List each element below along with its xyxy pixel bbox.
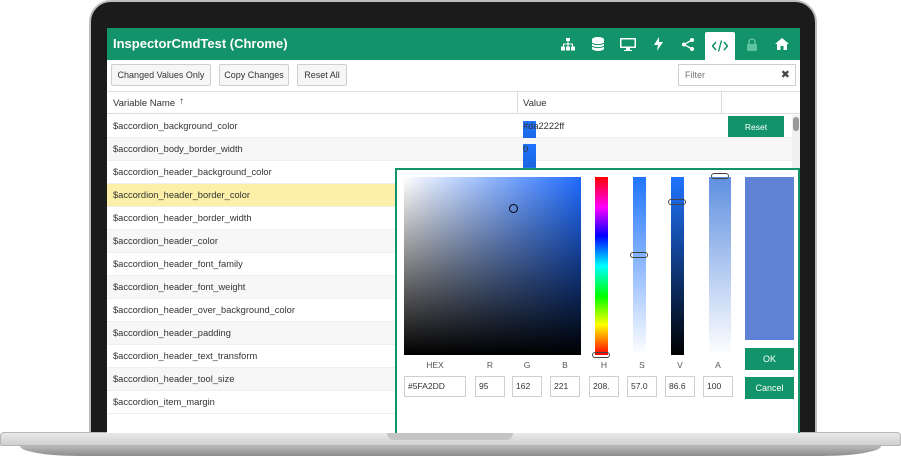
variable-name: $accordion_header_border_color [113, 190, 250, 200]
monitor-icon[interactable] [613, 33, 643, 55]
a-input[interactable]: 100 [703, 376, 733, 397]
hex-input[interactable]: #5FA2DD [404, 376, 466, 397]
h-label: H [600, 360, 608, 370]
sort-ascending-icon[interactable]: ↑ [179, 96, 184, 107]
variable-name: $accordion_item_margin [113, 397, 215, 407]
column-header-value[interactable]: Value [523, 98, 547, 109]
variable-name: $accordion_header_font_weight [113, 282, 246, 292]
filter-input[interactable] [679, 65, 779, 85]
title-bar: InspectorCmdTest (Chrome) [107, 28, 800, 60]
h-input[interactable]: 208. [589, 376, 619, 397]
variable-name: $accordion_header_font_family [113, 259, 243, 269]
bolt-icon[interactable] [643, 33, 673, 55]
variable-name: $accordion_header_over_background_color [113, 305, 295, 315]
app-screen: InspectorCmdTest (Chrome) Changed Values… [107, 28, 800, 433]
ok-button[interactable]: OK [745, 348, 794, 370]
color-preview-swatch [745, 177, 794, 340]
clear-filter-icon[interactable]: ✖ [781, 68, 790, 81]
hue-slider[interactable] [595, 177, 608, 355]
variable-name: $accordion_header_background_color [113, 167, 272, 177]
share-icon[interactable] [673, 33, 703, 55]
variable-name: $accordion_header_text_transform [113, 351, 258, 361]
s-input[interactable]: 57.0 [627, 376, 657, 397]
r-input[interactable]: 95 [475, 376, 505, 397]
column-header-variable-name[interactable]: Variable Name [113, 98, 175, 109]
alpha-slider[interactable] [709, 177, 731, 355]
b-input[interactable]: 221 [550, 376, 580, 397]
table-row[interactable]: $accordion_background_color #da2222ff Re… [107, 115, 792, 299]
hex-label: HEX [426, 360, 444, 370]
copy-changes-button[interactable]: Copy Changes [219, 64, 289, 86]
variable-name: $accordion_header_color [113, 236, 218, 246]
laptop-foot [20, 446, 881, 456]
s-label: S [639, 360, 645, 370]
v-label: V [677, 360, 683, 370]
laptop-base [0, 430, 901, 459]
g-input[interactable]: 162 [512, 376, 542, 397]
filter-box: ✖ [678, 64, 796, 86]
code-icon[interactable] [705, 32, 735, 60]
column-divider [517, 92, 518, 114]
saturation-slider-handle[interactable] [630, 252, 648, 258]
hue-slider-handle[interactable] [592, 352, 610, 358]
saturation-value-area[interactable] [404, 177, 581, 355]
cancel-button[interactable]: Cancel [745, 377, 794, 399]
laptop-notch [387, 433, 513, 440]
variable-name: $accordion_body_border_width [113, 144, 243, 154]
r-label: R [486, 360, 494, 370]
alpha-slider-handle[interactable] [711, 173, 729, 179]
app-title: InspectorCmdTest (Chrome) [113, 36, 288, 51]
variable-name: $accordion_header_padding [113, 328, 231, 338]
reset-button[interactable]: Reset [728, 116, 784, 137]
home-icon[interactable] [767, 33, 797, 55]
reset-all-button[interactable]: Reset All [297, 64, 347, 86]
table-row[interactable]: $accordion_body_border_width 0 [107, 138, 792, 322]
variable-name: $accordion_header_tool_size [113, 374, 235, 384]
a-label: A [715, 360, 721, 370]
table-header: Variable Name ↑ Value [107, 92, 800, 114]
g-label: G [523, 360, 531, 370]
toolbar: Changed Values Only Copy Changes Reset A… [107, 60, 800, 92]
value-slider-handle[interactable] [668, 199, 686, 205]
changed-values-only-button[interactable]: Changed Values Only [111, 64, 211, 86]
saturation-slider[interactable] [633, 177, 646, 355]
column-divider [721, 92, 722, 114]
sitemap-icon[interactable] [553, 33, 583, 55]
color-picker: HEX R G B H S V A #5FA2DD 95 162 221 208… [395, 168, 800, 433]
variable-name: $accordion_background_color [113, 121, 238, 131]
v-input[interactable]: 86.6 [665, 376, 695, 397]
database-icon[interactable] [583, 33, 613, 55]
color-cursor[interactable] [509, 204, 518, 213]
lock-icon[interactable] [737, 33, 767, 55]
scrollbar-thumb[interactable] [793, 117, 799, 131]
variable-name: $accordion_header_border_width [113, 213, 252, 223]
b-label: B [562, 360, 568, 370]
